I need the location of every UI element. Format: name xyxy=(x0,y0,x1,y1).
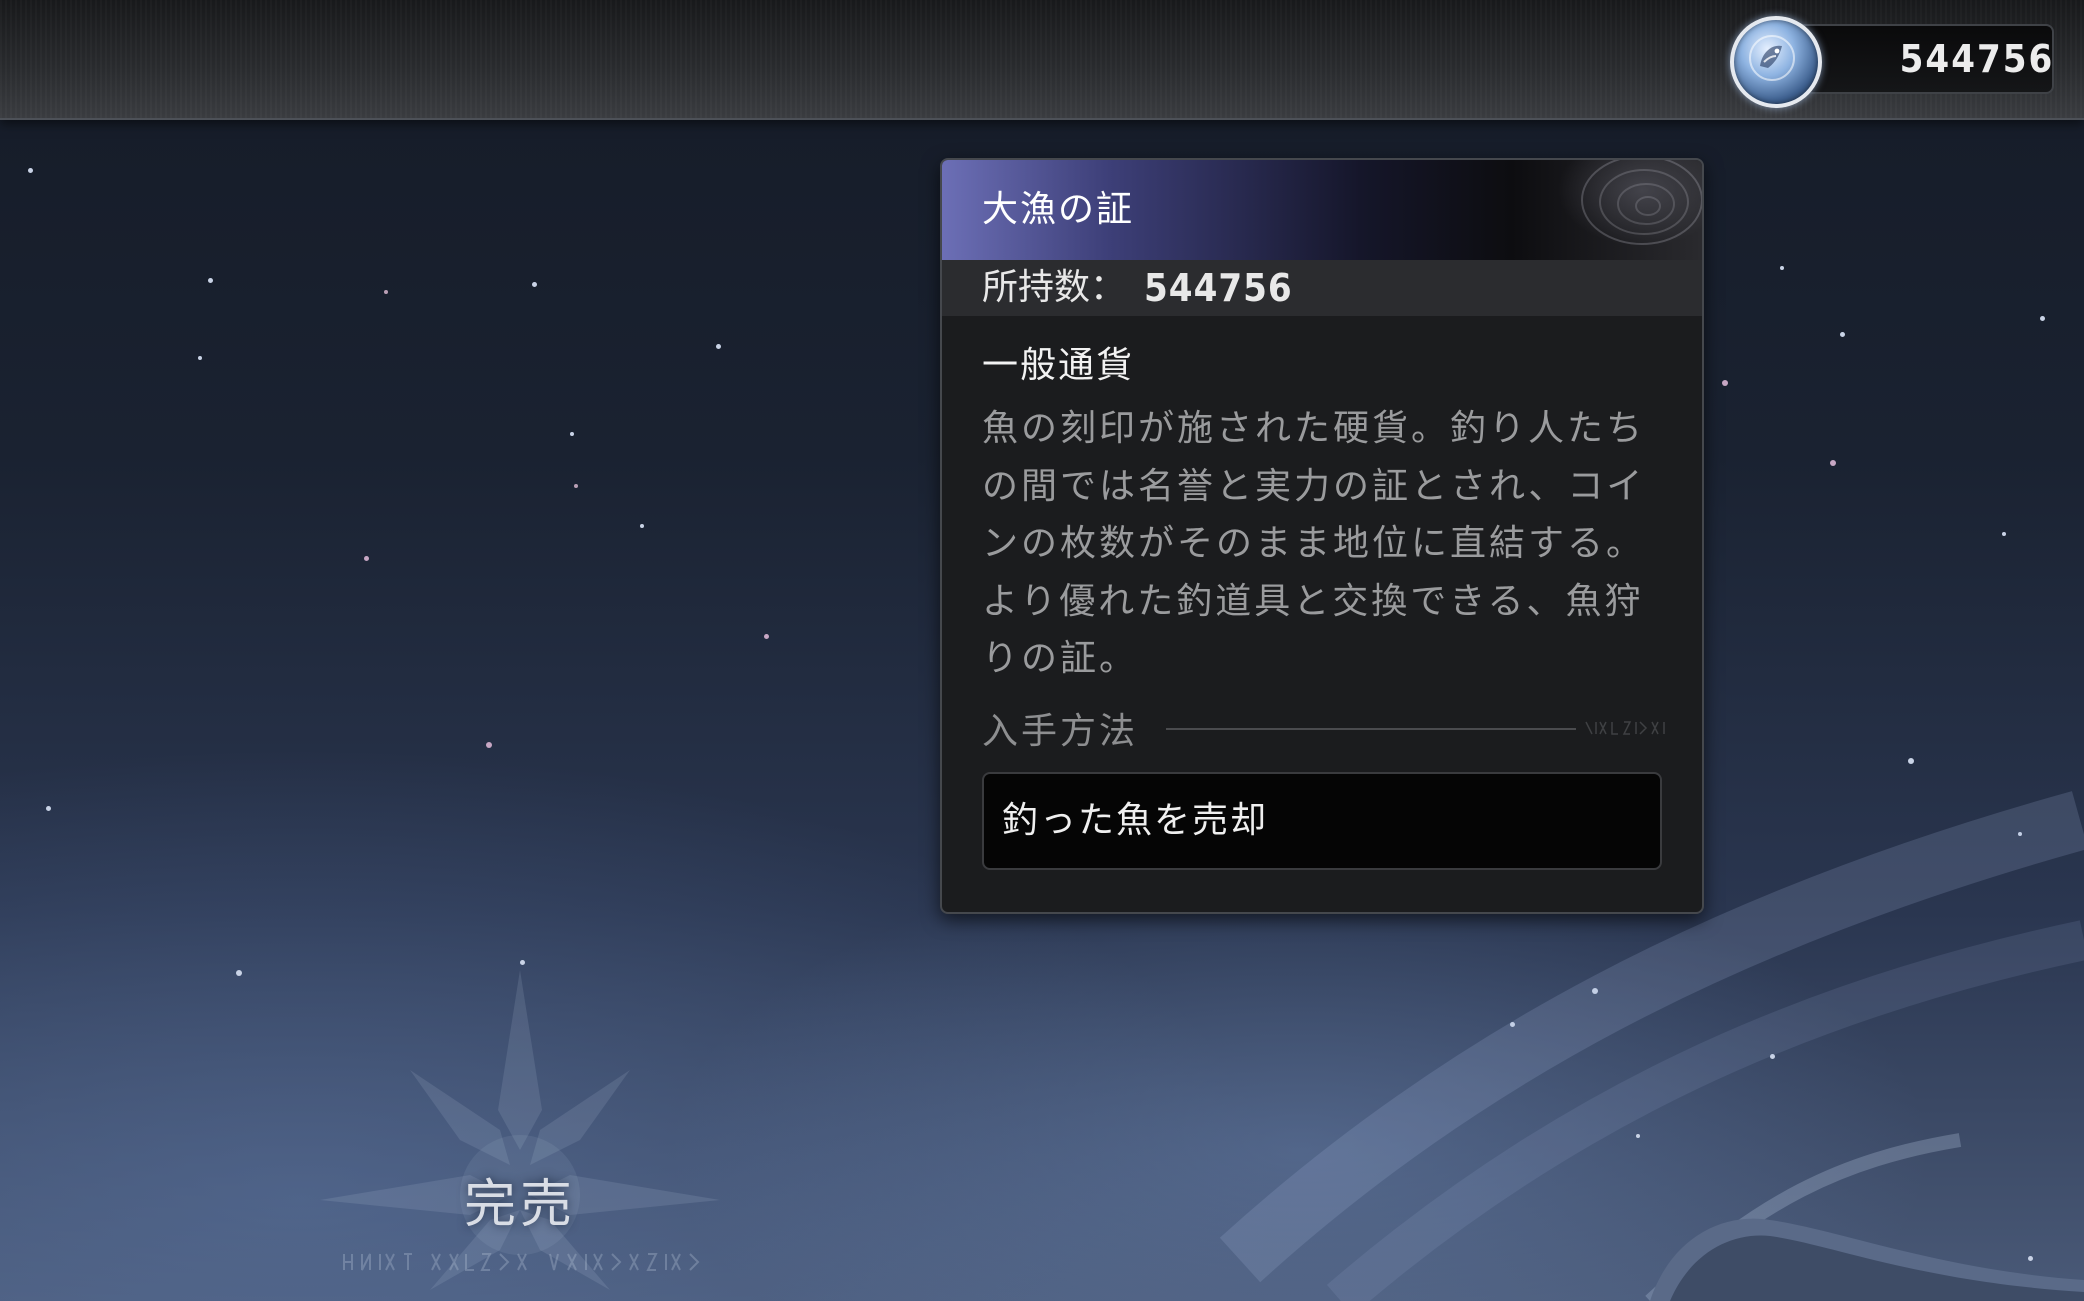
owned-count-row: 所持数： 544756 xyxy=(942,260,1702,316)
top-bar: 544756 xyxy=(0,0,2084,120)
item-title-header: 大漁の証 xyxy=(942,160,1702,260)
star-decoration xyxy=(1722,380,1728,386)
star-decoration xyxy=(2040,316,2045,321)
item-name: 大漁の証 xyxy=(982,189,1135,230)
owned-count-value: 544756 xyxy=(1144,266,1293,310)
item-category: 一般通貨 xyxy=(982,345,1135,386)
star-decoration xyxy=(236,970,242,976)
currency-amount: 544756 xyxy=(1899,37,2055,81)
fish-coin-icon xyxy=(1730,16,1822,108)
star-decoration xyxy=(532,282,537,287)
star-decoration xyxy=(1830,460,1836,466)
star-decoration xyxy=(364,556,369,561)
marble-pattern-decoration xyxy=(1581,160,1702,245)
item-description: 魚の刻印が施された硬貨。釣り人たちの間では名誉と実力の証とされ、コインの枚数がそ… xyxy=(982,408,1646,679)
star-decoration xyxy=(716,344,721,349)
star-decoration xyxy=(28,168,33,173)
sold-out-label: 完売 xyxy=(463,1175,576,1235)
star-decoration xyxy=(486,742,492,748)
star-decoration xyxy=(384,290,388,294)
owned-count-label: 所持数： xyxy=(982,267,1127,308)
currency-display: 544756 xyxy=(1730,16,2060,108)
item-detail-panel: 大漁の証 所持数： 544756 一般通貨 魚の刻印が施された硬貨。釣り人たちの… xyxy=(940,158,1704,914)
acquisition-method-box: 釣った魚を売却 xyxy=(982,772,1662,870)
star-decoration xyxy=(574,484,578,488)
rune-inscription xyxy=(343,1253,700,1271)
star-decoration xyxy=(1840,332,1845,337)
rune-ornament xyxy=(1585,721,1665,735)
star-decoration xyxy=(208,278,213,283)
creature-silhouette xyxy=(1650,1218,2084,1301)
star-decoration xyxy=(570,432,574,436)
star-decoration xyxy=(198,356,202,360)
star-decoration xyxy=(640,524,644,528)
star-decoration xyxy=(764,634,769,639)
section-divider xyxy=(1166,728,1576,730)
acquisition-label: 入手方法 xyxy=(982,711,1139,752)
sold-out-emblem-icon xyxy=(320,970,720,1290)
star-decoration xyxy=(46,806,51,811)
star-decoration xyxy=(2002,532,2006,536)
star-decoration xyxy=(1780,266,1784,270)
game-screen: 544756 大漁の証 所持数： 544756 一般通貨 魚の刻印が施された硬貨… xyxy=(0,0,2084,1301)
acquisition-method: 釣った魚を売却 xyxy=(1002,800,1269,841)
